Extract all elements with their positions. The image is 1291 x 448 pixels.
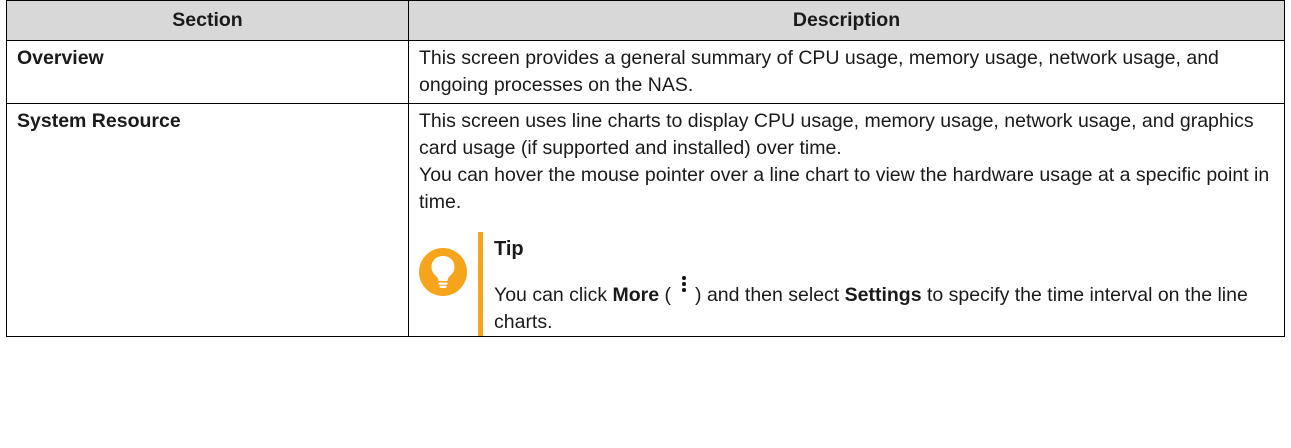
tip-text-run: ( [659,284,672,306]
table-row: Overview This screen provides a general … [6,40,1285,104]
content-table: Section Description Overview This screen… [6,0,1285,337]
more-vertical-icon [671,275,695,295]
tip-body: Tip You can click More ( ) and then selec… [494,232,1274,336]
tip-text-emphasis: More [612,284,660,306]
tip-text-run: ) and then select [695,284,845,306]
tip-text-emphasis: Settings [844,284,922,306]
table-row: System Resource This screen uses line ch… [6,103,1285,337]
section-name-overview: Overview [6,40,409,104]
section-name-system-resource: System Resource [6,103,409,337]
section-description-system-resource: This screen uses line charts to display … [408,103,1285,337]
section-description-overview: This screen provides a general summary o… [408,40,1285,104]
description-paragraph: This screen uses line charts to display … [419,110,1254,159]
tip-accent-bar [478,232,483,336]
tip-callout: Tip You can click More ( ) and then selec… [419,232,1274,336]
tip-text-run: You can click [494,284,613,306]
description-paragraph: You can hover the mouse pointer over a l… [419,164,1270,213]
description-paragraph: This screen provides a general summary o… [419,47,1219,96]
lightbulb-icon [419,248,467,296]
table-header-row: Section Description [6,0,1285,41]
tip-title: Tip [494,238,524,260]
column-header-section: Section [6,0,409,41]
tip-text: You can click More ( ) and then select Se… [494,275,1274,336]
column-header-description: Description [408,0,1285,41]
